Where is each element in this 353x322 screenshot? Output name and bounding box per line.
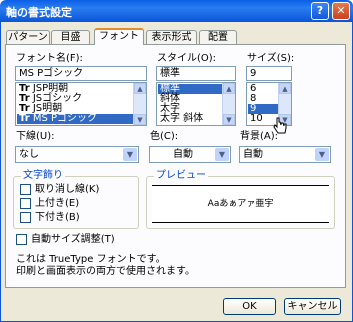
style-list-scrollbar[interactable]: ▲ ▼ xyxy=(222,83,235,125)
truetype-icon: Tr xyxy=(19,113,30,124)
close-icon: ✕ xyxy=(336,4,346,17)
preview-box: Aaあぁアァ亜宇 xyxy=(152,185,329,223)
title-bar[interactable]: 軸の書式設定 xyxy=(0,0,353,22)
font-name-list[interactable]: Tr JSP明朝 Tr JSゴシック Tr JS明朝 Tr MS Pゴシック ▲… xyxy=(15,82,147,126)
tab-pattern[interactable]: パターン xyxy=(6,30,50,44)
color-value: 自動 xyxy=(173,149,193,160)
scroll-up-icon[interactable]: ▲ xyxy=(279,83,291,94)
style-label: スタイル(O): xyxy=(157,53,217,64)
scroll-down-icon[interactable]: ▼ xyxy=(223,114,235,125)
underline-label: 下線(U): xyxy=(16,131,55,142)
chevron-down-icon[interactable]: ▼ xyxy=(315,148,329,161)
tab-number[interactable]: 表示形式 xyxy=(146,30,197,44)
style-input[interactable]: 標準 xyxy=(156,66,236,81)
window-title: 軸の書式設定 xyxy=(6,6,72,19)
preview-sample: Aaあぁアァ亜宇 xyxy=(207,199,274,209)
size-input[interactable]: 9 xyxy=(246,66,292,81)
underline-value: なし xyxy=(19,149,39,160)
help-button[interactable]: ? xyxy=(311,2,329,20)
subscript-label[interactable]: 下付き(B) xyxy=(35,212,80,224)
color-select[interactable]: 自動 ▼ xyxy=(149,146,231,163)
scroll-up-icon[interactable]: ▲ xyxy=(134,83,146,94)
background-label: 背景(A): xyxy=(240,131,279,142)
font-name-label: フォント名(F): xyxy=(16,53,83,64)
font-info-line2: 印刷と画面表示の両方で使用されます。 xyxy=(16,266,195,277)
color-label: 色(C): xyxy=(150,131,179,142)
list-item[interactable]: 太字 斜体 xyxy=(158,114,222,124)
autoscale-checkbox[interactable] xyxy=(16,234,27,245)
cancel-button[interactable]: キャンセル xyxy=(284,298,341,315)
background-select[interactable]: 自動 ▼ xyxy=(239,146,331,163)
style-list[interactable]: 標準 斜体 太字 太字 斜体 ▲ ▼ xyxy=(156,82,236,126)
scroll-down-icon[interactable]: ▼ xyxy=(134,114,146,125)
superscript-label[interactable]: 上付き(E) xyxy=(35,198,79,210)
preview-title: プレビュー xyxy=(154,170,208,182)
superscript-checkbox[interactable] xyxy=(20,198,31,209)
strikethrough-checkbox[interactable] xyxy=(20,184,31,195)
chevron-down-icon[interactable]: ▼ xyxy=(215,148,229,161)
tab-alignment[interactable]: 配置 xyxy=(199,30,237,44)
list-item-selected[interactable]: Tr MS Pゴシック xyxy=(17,114,133,124)
chevron-down-icon[interactable]: ▼ xyxy=(123,148,137,161)
close-button[interactable]: ✕ xyxy=(332,2,350,20)
tab-scale[interactable]: 目盛 xyxy=(51,30,90,44)
underline-select[interactable]: なし ▼ xyxy=(15,146,139,163)
help-icon: ? xyxy=(316,4,324,17)
strikethrough-label[interactable]: 取り消し線(K) xyxy=(35,184,99,196)
ok-button[interactable]: OK xyxy=(223,298,276,315)
scroll-up-icon[interactable]: ▲ xyxy=(223,83,235,94)
size-label: サイズ(S): xyxy=(247,53,295,64)
effects-title: 文字飾り xyxy=(21,170,65,182)
font-info-line1: これは TrueType フォントです。 xyxy=(16,254,166,265)
tab-font[interactable]: フォント xyxy=(94,28,144,45)
autoscale-label[interactable]: 自動サイズ調整(T) xyxy=(31,234,115,246)
subscript-checkbox[interactable] xyxy=(20,212,31,223)
font-name-input[interactable]: MS Pゴシック xyxy=(15,66,147,81)
background-value: 自動 xyxy=(243,149,263,160)
font-list-scrollbar[interactable]: ▲ ▼ xyxy=(133,83,146,125)
